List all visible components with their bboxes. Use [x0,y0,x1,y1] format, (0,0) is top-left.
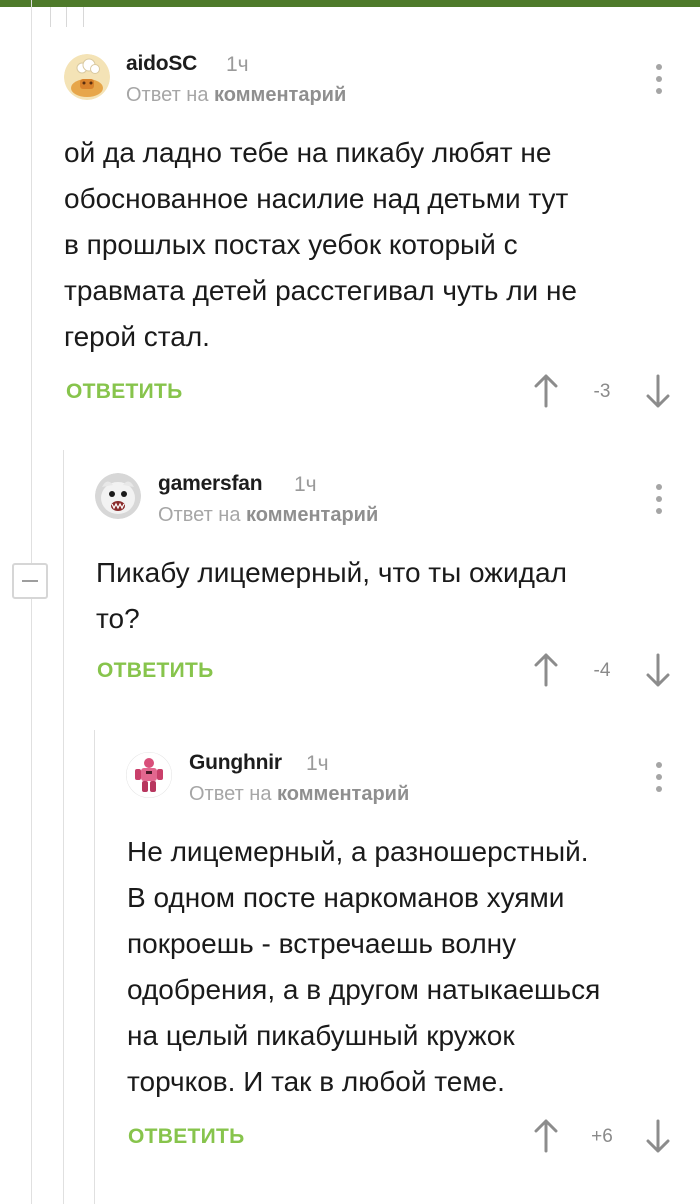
top-accent-bar [0,0,700,7]
avatar[interactable] [64,54,110,100]
reply-button[interactable]: ОТВЕТИТЬ [128,1125,245,1149]
reply-to-comment-link[interactable]: комментарий [277,783,409,805]
reply-button[interactable]: ОТВЕТИТЬ [66,380,183,404]
comment-text: Не лицемерный, а разношерстный. В одном … [127,836,601,1097]
reply-to-prefix: Ответ на [189,783,272,805]
username[interactable]: Gunghnir [189,751,282,775]
thread-line-tick [66,7,67,27]
username[interactable]: gamersfan [158,472,263,496]
thread-line-level-1 [63,450,64,1204]
comment-text: ой да ладно тебе на пикабу любят не обос… [64,137,577,352]
comment-rating: -3 [593,381,611,402]
username[interactable]: aidoSC [126,52,197,76]
thread-line-root [31,0,32,1204]
comment-rating: -4 [593,660,611,681]
reply-to-line: Ответ на комментарий [189,783,409,806]
thread-line-tick [83,7,84,27]
avatar[interactable] [95,473,141,519]
more-vertical-icon[interactable] [649,60,669,100]
reply-to-line: Ответ на комментарий [158,504,378,527]
comment-text: Пикабу лицемерный, что ты ожидал то? [96,557,567,634]
reply-to-line: Ответ на комментарий [126,84,346,107]
comment-time: 1ч [226,53,249,76]
reply-button[interactable]: ОТВЕТИТЬ [97,659,214,683]
avatar[interactable] [126,752,172,798]
arrow-down-icon[interactable] [644,372,672,410]
reply-to-prefix: Ответ на [126,84,209,106]
reply-to-comment-link[interactable]: комментарий [214,84,346,106]
comment-rating: +6 [591,1126,613,1147]
arrow-up-icon[interactable] [532,1117,560,1155]
reply-to-comment-link[interactable]: комментарий [246,504,378,526]
arrow-down-icon[interactable] [644,1117,672,1155]
arrow-up-icon[interactable] [532,651,560,689]
thread-line-tick [50,7,51,27]
comment-time: 1ч [294,473,317,496]
thread-line-level-2 [94,730,95,1204]
collapse-thread-button[interactable] [12,563,48,599]
arrow-up-icon[interactable] [532,372,560,410]
minus-icon [22,580,38,582]
more-vertical-icon[interactable] [649,758,669,798]
arrow-down-icon[interactable] [644,651,672,689]
more-vertical-icon[interactable] [649,480,669,520]
reply-to-prefix: Ответ на [158,504,241,526]
comment-time: 1ч [306,752,329,775]
